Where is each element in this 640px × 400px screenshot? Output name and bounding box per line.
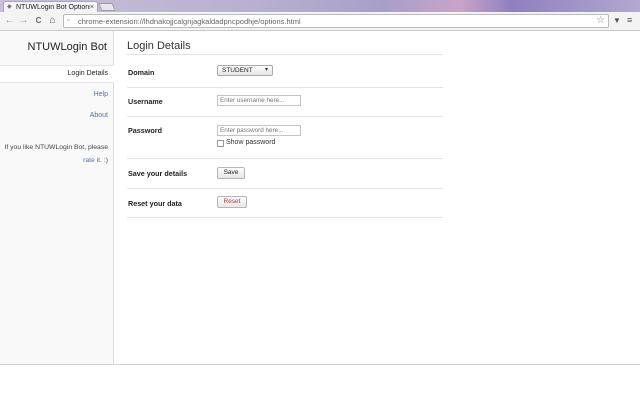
brand-title: NTUWLogin Bot	[27, 41, 107, 53]
divider	[127, 116, 443, 117]
domain-label: Domain	[128, 68, 155, 77]
smiley: :)	[103, 157, 108, 164]
rate-link[interactable]: rate it.	[83, 157, 102, 164]
divider	[127, 158, 443, 159]
show-password-checkbox[interactable]	[217, 140, 224, 147]
chevron-down-icon: ▾	[264, 67, 268, 73]
window-bottom-border	[0, 364, 640, 365]
username-label: Username	[128, 97, 163, 106]
back-icon[interactable]: ←	[4, 15, 15, 26]
address-bar[interactable]: ▫ chrome-extension://lhdnakojjcalgnjagka…	[63, 14, 609, 28]
browser-toolbar: ← → C ⌂ ▫ chrome-extension://lhdnakojjca…	[0, 12, 640, 31]
password-label: Password	[128, 126, 162, 135]
page-icon: ▫	[67, 17, 70, 24]
forward-icon[interactable]: →	[18, 15, 29, 26]
new-tab-button[interactable]	[98, 3, 116, 11]
rate-promo: If you like NTUWLogin Bot, please rate i…	[0, 141, 108, 167]
tab-strip: ◆ NTUWLogin Bot Options ×	[0, 0, 640, 12]
reset-button[interactable]: Reset	[217, 196, 247, 208]
sidebar-item-help[interactable]: Help	[94, 91, 108, 98]
options-page: NTUWLogin Bot Login Details Help About I…	[0, 31, 640, 364]
puzzle-icon: ◆	[7, 4, 12, 10]
menu-icon[interactable]: ≡	[627, 15, 632, 26]
extension-icon[interactable]: ▼	[613, 15, 621, 26]
reset-label: Reset your data	[128, 199, 182, 208]
sidebar-item-login-details[interactable]: Login Details	[68, 70, 108, 77]
domain-select[interactable]: STUDENT ▾	[217, 65, 273, 76]
show-password-label[interactable]: Show password	[226, 139, 275, 146]
save-label: Save your details	[128, 169, 188, 178]
save-button[interactable]: Save	[217, 167, 245, 179]
username-input[interactable]	[217, 95, 301, 106]
url-text: chrome-extension://lhdnakojjcalgnjagkald…	[78, 16, 301, 26]
sidebar: NTUWLogin Bot Login Details Help About I…	[0, 31, 114, 364]
page-title: Login Details	[127, 40, 191, 52]
divider	[127, 54, 443, 55]
close-icon[interactable]: ×	[90, 4, 94, 11]
password-input[interactable]	[217, 125, 301, 136]
divider	[127, 188, 443, 189]
bookmark-star-icon[interactable]: ☆	[596, 15, 605, 27]
home-icon[interactable]: ⌂	[47, 15, 58, 26]
reload-icon[interactable]: C	[33, 15, 44, 26]
tab-options[interactable]: ◆ NTUWLogin Bot Options ×	[3, 1, 98, 12]
sidebar-item-about[interactable]: About	[90, 112, 108, 119]
divider	[127, 217, 443, 218]
promo-text: If you like NTUWLogin Bot, please	[4, 144, 108, 151]
divider	[127, 87, 443, 88]
tab-title: NTUWLogin Bot Options	[16, 3, 90, 11]
domain-selected-value: STUDENT	[222, 67, 253, 74]
